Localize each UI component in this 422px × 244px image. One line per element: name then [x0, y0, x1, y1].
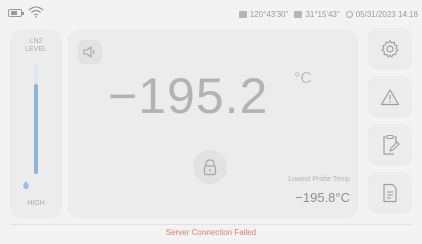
footer-divider: [10, 224, 412, 225]
settings-button[interactable]: [368, 28, 412, 70]
lock-icon: [203, 159, 217, 176]
ln2-level-text: HIGH: [27, 200, 45, 207]
status-bar: 120°43'30" 31°15'43" 05/31/2023 14:18: [0, 0, 422, 26]
document-icon: [383, 183, 397, 203]
alert-icon: [380, 89, 400, 106]
temperature-value: −195.2: [108, 68, 269, 124]
alarm-button[interactable]: [368, 76, 412, 118]
longitude-text: 120°43'30": [249, 9, 289, 19]
ln2-level-fill: [34, 83, 38, 174]
report-button[interactable]: [368, 172, 412, 214]
datetime-text: 05/31/2023 14:18: [355, 9, 418, 19]
longitude-readout: 120°43'30": [238, 9, 289, 19]
datetime-readout: 05/31/2023 14:18: [345, 9, 418, 19]
lock-button[interactable]: [193, 150, 227, 184]
connection-status-message: Server Connection Failed: [165, 228, 257, 237]
latitude-readout: 31°15'43": [294, 9, 340, 19]
droplet-icon: [23, 181, 29, 190]
speaker-icon: [83, 46, 95, 58]
edit-log-button[interactable]: [368, 124, 412, 166]
clipboard-edit-icon: [383, 134, 400, 155]
ln2-level-label: LN2 LEVEL: [25, 38, 47, 53]
gps-icon: [294, 10, 303, 18]
wifi-icon: [28, 6, 44, 18]
mute-button[interactable]: [78, 40, 102, 64]
probe-temp-value: −195.8°C: [295, 190, 350, 205]
probe-temp-label: Lowest Probe Temp: [288, 176, 350, 183]
battery-icon: [8, 9, 24, 17]
ln2-level-bar: [34, 64, 38, 174]
latitude-text: 31°15'43": [305, 9, 340, 19]
ln2-level-panel: LN2 LEVEL: [10, 30, 62, 218]
gear-icon: [381, 39, 399, 58]
temperature-unit: °C: [294, 70, 312, 87]
gps-icon: [238, 10, 247, 18]
clock-icon: [345, 10, 353, 18]
